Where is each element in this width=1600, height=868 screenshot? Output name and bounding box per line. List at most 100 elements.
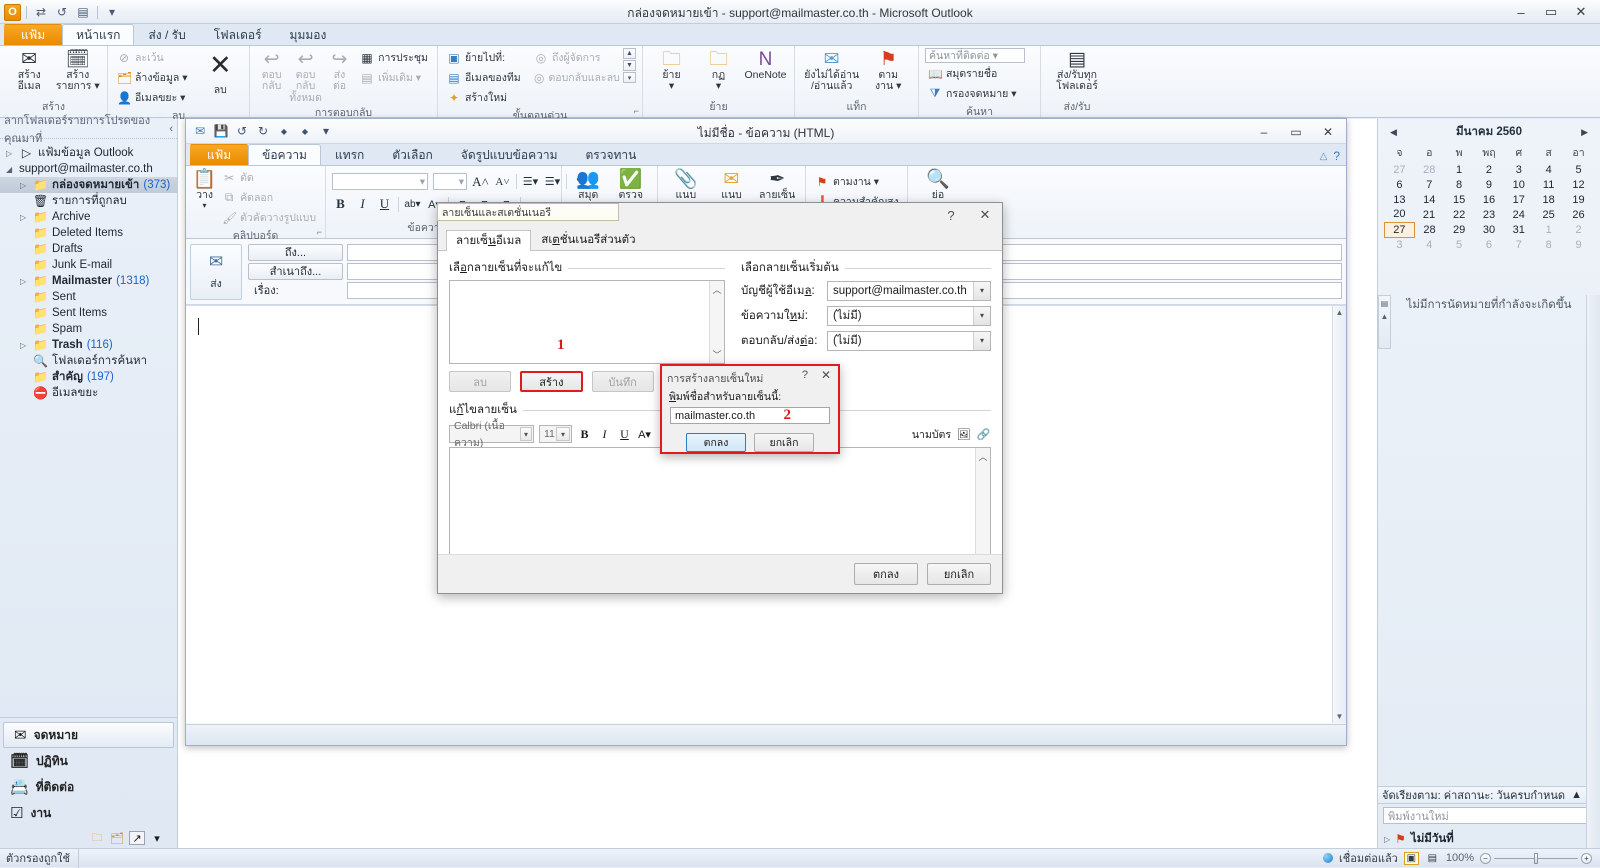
cut-button[interactable]: ✂ ตัด bbox=[219, 168, 319, 187]
prev-month-icon[interactable]: ◀ bbox=[1390, 127, 1397, 138]
calendar-day[interactable]: 20 bbox=[1385, 207, 1415, 222]
new-signature-buttons[interactable]: ตกลง ยกเลิก bbox=[662, 433, 838, 452]
font-name-input[interactable]: ▾ bbox=[332, 173, 428, 190]
onenote-button[interactable]: N OneNote bbox=[743, 48, 788, 81]
folder-row[interactable]: 📁 Drafts bbox=[0, 241, 177, 257]
window-controls[interactable]: – ▭ ✕ bbox=[1506, 0, 1596, 24]
calendar-day[interactable]: 24 bbox=[1504, 207, 1534, 222]
compose-tab-review[interactable]: ตรวจทาน bbox=[571, 144, 650, 165]
folder-row[interactable]: ▷ 📁 กล่องจดหมายเข้า (373) bbox=[0, 177, 177, 193]
signature-button[interactable]: ✒ ลายเซ็น bbox=[755, 168, 799, 201]
next-month-icon[interactable]: ▶ bbox=[1581, 127, 1588, 138]
folder-row[interactable]: 📁 Deleted Items bbox=[0, 225, 177, 241]
follow-up-button[interactable]: ⚑ ตามงาน ▾ bbox=[812, 172, 902, 191]
compose-tab-insert[interactable]: แทรก bbox=[321, 144, 378, 165]
reply-all-button[interactable]: ↩ ตอบกลับ ทั้งหมด bbox=[289, 48, 322, 104]
help-icon[interactable]: ? bbox=[802, 369, 808, 381]
calendar-day[interactable]: 2 bbox=[1474, 162, 1504, 177]
new-signature-cancel-button[interactable]: ยกเลิก bbox=[754, 433, 814, 452]
scroll-up-icon[interactable]: ︿ bbox=[978, 450, 987, 463]
expand-icon[interactable]: ◢ bbox=[6, 165, 15, 174]
send-receive-all-button[interactable]: ▤ ส่ง/รับทุก โฟลเดอร์ bbox=[1047, 48, 1107, 93]
calendar-day[interactable]: 17 bbox=[1504, 192, 1534, 207]
compose-ribbon-tabbar[interactable]: แฟ้ม ข้อความ แทรก ตัวเลือก จัดรูปแบบข้อค… bbox=[186, 144, 1346, 166]
calendar-day[interactable]: 5 bbox=[1444, 237, 1474, 252]
calendar-day[interactable]: 8 bbox=[1444, 177, 1474, 192]
calendar-day[interactable]: 21 bbox=[1414, 207, 1444, 222]
calendar-day[interactable]: 13 bbox=[1385, 192, 1415, 207]
chevron-down-icon[interactable]: ▾ bbox=[149, 831, 165, 845]
chevron-down-icon[interactable]: ▾ bbox=[973, 281, 990, 300]
bold-icon[interactable]: B bbox=[332, 196, 349, 212]
collapse-icon[interactable]: ‹ bbox=[169, 123, 173, 135]
todo-sort-header[interactable]: จัดเรียงตาม: ค่าสถานะ: วันครบกำหนด ▲ bbox=[1378, 786, 1600, 804]
ok-button[interactable]: ตกลง bbox=[854, 563, 918, 585]
compose-tab-options[interactable]: ตัวเลือก bbox=[378, 144, 446, 165]
calendar-day[interactable]: 4 bbox=[1414, 237, 1444, 252]
calendar-day[interactable]: 19 bbox=[1564, 192, 1594, 207]
move-to-button[interactable]: ▣ ย้ายไปที่: bbox=[444, 48, 529, 67]
new-signature-ok-button[interactable]: ตกลง bbox=[686, 433, 746, 452]
zoom-button[interactable]: 🔍 ย่อ bbox=[914, 168, 962, 201]
scroll-down-icon[interactable]: ▼ bbox=[1336, 712, 1344, 721]
todo-group-row[interactable]: ▷ ⚑ ไม่มีวันที่ bbox=[1378, 827, 1600, 848]
tab-email-signature[interactable]: ลายเซ็นอีเมล bbox=[446, 230, 532, 251]
calendar-day[interactable]: 22 bbox=[1444, 207, 1474, 222]
print-icon[interactable]: ▤ bbox=[74, 3, 92, 21]
zoom-out-button[interactable]: − bbox=[1480, 852, 1491, 864]
email-account-combobox[interactable]: support@mailmaster.co.th ▾ bbox=[827, 280, 991, 301]
new-signature-name-input[interactable]: mailmaster.co.th 2 bbox=[670, 407, 830, 424]
editor-italic-icon[interactable]: I bbox=[597, 427, 612, 442]
more-button[interactable]: ▤ เพิ่มเติม ▾ bbox=[357, 68, 431, 87]
signature-listbox[interactable]: ︿ ﹀ bbox=[449, 280, 725, 364]
ribbon-tab-folder[interactable]: โฟลเดอร์ bbox=[200, 24, 276, 45]
folder-tree[interactable]: ▷ ▷ แฟ้มข้อมูล Outlook ◢ support@mailmaster.… bbox=[0, 139, 177, 717]
module-buttons[interactable]: ✉ จดหมาย 🗓 ปฏิทิน 📇 ที่ติดต่อ ☑ งาน bbox=[0, 717, 177, 828]
folder-row[interactable]: 📁 สำคัญ (197) bbox=[0, 369, 177, 385]
chevron-down-icon[interactable]: ▾ bbox=[973, 306, 990, 325]
maximize-button[interactable]: ▭ bbox=[1536, 1, 1566, 23]
calendar-day[interactable]: 16 bbox=[1474, 192, 1504, 207]
module-item[interactable]: ☑ งาน bbox=[0, 800, 177, 826]
folder-row[interactable]: ◢ support@mailmaster.co.th bbox=[0, 161, 177, 177]
zoom-thumb[interactable] bbox=[1534, 852, 1538, 864]
folder-row[interactable]: ▷ 📁 Archive bbox=[0, 209, 177, 225]
filter-email-button[interactable]: ⧩ กรองจดหมาย ▾ bbox=[925, 84, 1025, 103]
calendar-day[interactable]: 12 bbox=[1564, 177, 1594, 192]
folder-row[interactable]: 📁 Sent bbox=[0, 289, 177, 305]
signatures-dialog-tabs[interactable]: ลายเซ็นอีเมล สเตชั่นเนอรีส่วนตัว bbox=[438, 229, 1002, 251]
calendar-day[interactable]: 1 bbox=[1534, 222, 1564, 237]
compose-tab-format-text[interactable]: จัดรูปแบบข้อความ bbox=[447, 144, 572, 165]
chevron-down-icon[interactable]: ▾ bbox=[459, 176, 464, 188]
calendar-day[interactable]: 9 bbox=[1474, 177, 1504, 192]
clipboard-dialog-launcher[interactable]: ⌐ bbox=[317, 227, 322, 237]
cc-button[interactable]: สำเนาถึง... bbox=[248, 262, 343, 280]
paste-button[interactable]: 📋 วาง ▾ bbox=[192, 168, 217, 211]
team-email-button[interactable]: ▤ อีเมลของทีม bbox=[444, 68, 529, 87]
calendar-day[interactable]: 2 bbox=[1564, 222, 1594, 237]
compose-close-button[interactable]: ✕ bbox=[1312, 121, 1344, 143]
calendar-day[interactable]: 7 bbox=[1504, 237, 1534, 252]
calendar-day[interactable]: 4 bbox=[1534, 162, 1564, 177]
calendar-day[interactable]: 8 bbox=[1534, 237, 1564, 252]
chevron-down-icon[interactable]: ▾ bbox=[556, 427, 570, 441]
copy-button[interactable]: ⧉ คัดลอก bbox=[219, 188, 319, 207]
ribbon-tab-send-receive[interactable]: ส่ง / รับ bbox=[134, 24, 199, 45]
calendar-day[interactable]: 3 bbox=[1504, 162, 1534, 177]
calendar-day[interactable]: 10 bbox=[1504, 177, 1534, 192]
chevron-down-icon[interactable]: ▾ bbox=[420, 176, 425, 188]
mini-shortcuts-icon[interactable]: ↗ bbox=[129, 831, 145, 845]
reply-button[interactable]: ↩ ตอบ กลับ bbox=[256, 48, 287, 93]
scroll-up-icon[interactable]: ▲ bbox=[623, 48, 636, 59]
expand-icon[interactable]: ▷ bbox=[20, 213, 29, 222]
calendar-day[interactable]: 11 bbox=[1534, 177, 1564, 192]
attach-file-button[interactable]: 📎 แนบ bbox=[664, 168, 708, 201]
calendar-grid[interactable]: จอพพฤศสอา 27 28 1 2 3 4 5 6 7 8 9 10 11 12 13 14 15 16 17 1… bbox=[1384, 143, 1594, 252]
calendar-day[interactable]: 23 bbox=[1474, 207, 1504, 222]
calendar-day-today[interactable]: 27 bbox=[1384, 221, 1415, 238]
calendar-days[interactable]: 27 28 1 2 3 4 5 6 7 8 9 10 11 12 13 14 15 16 17 18 19 20 21 22 2… bbox=[1384, 162, 1594, 252]
calendar-day[interactable]: 6 bbox=[1474, 237, 1504, 252]
ribbon-tab-file[interactable]: แฟ้ม bbox=[4, 24, 63, 45]
todo-scrollbar[interactable] bbox=[1586, 295, 1600, 848]
rules-button[interactable]: 🗀 กฏ ▾ bbox=[696, 48, 741, 93]
